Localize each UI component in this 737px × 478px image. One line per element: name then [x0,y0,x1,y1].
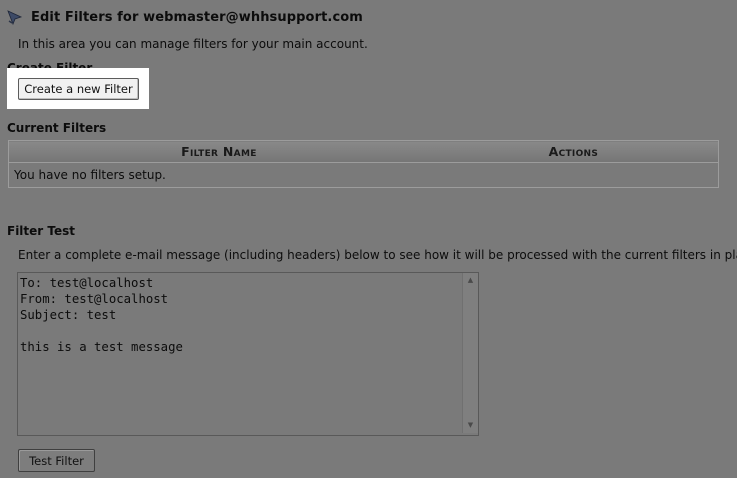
scroll-down-icon[interactable]: ▼ [463,418,478,433]
test-message-textarea[interactable]: To: test@localhost From: test@localhost … [18,273,461,433]
current-filters-heading: Current Filters [7,121,107,135]
message-textarea-frame: To: test@localhost From: test@localhost … [17,272,479,436]
scroll-up-icon[interactable]: ▲ [463,273,478,288]
page-header: Edit Filters for webmaster@whhsupport.co… [6,8,363,26]
intro-text: In this area you can manage filters for … [18,37,368,51]
filter-icon [6,8,24,26]
column-header-filter-name: Filter Name [8,140,429,163]
table-header-row: Filter Name Actions [8,140,719,163]
page-title: Edit Filters for webmaster@whhsupport.co… [31,9,363,25]
test-filter-button[interactable]: Test Filter [18,449,95,472]
column-header-actions: Actions [428,140,719,163]
filter-test-description: Enter a complete e-mail message (includi… [18,248,737,262]
empty-filters-message: You have no filters setup. [14,168,166,182]
filter-test-heading: Filter Test [7,224,76,238]
filters-table: Filter Name Actions You have no filters … [8,140,719,188]
table-row: You have no filters setup. [9,163,719,188]
textarea-scrollbar[interactable]: ▲ ▼ [462,273,478,433]
create-new-filter-button[interactable]: Create a new Filter [18,78,139,100]
